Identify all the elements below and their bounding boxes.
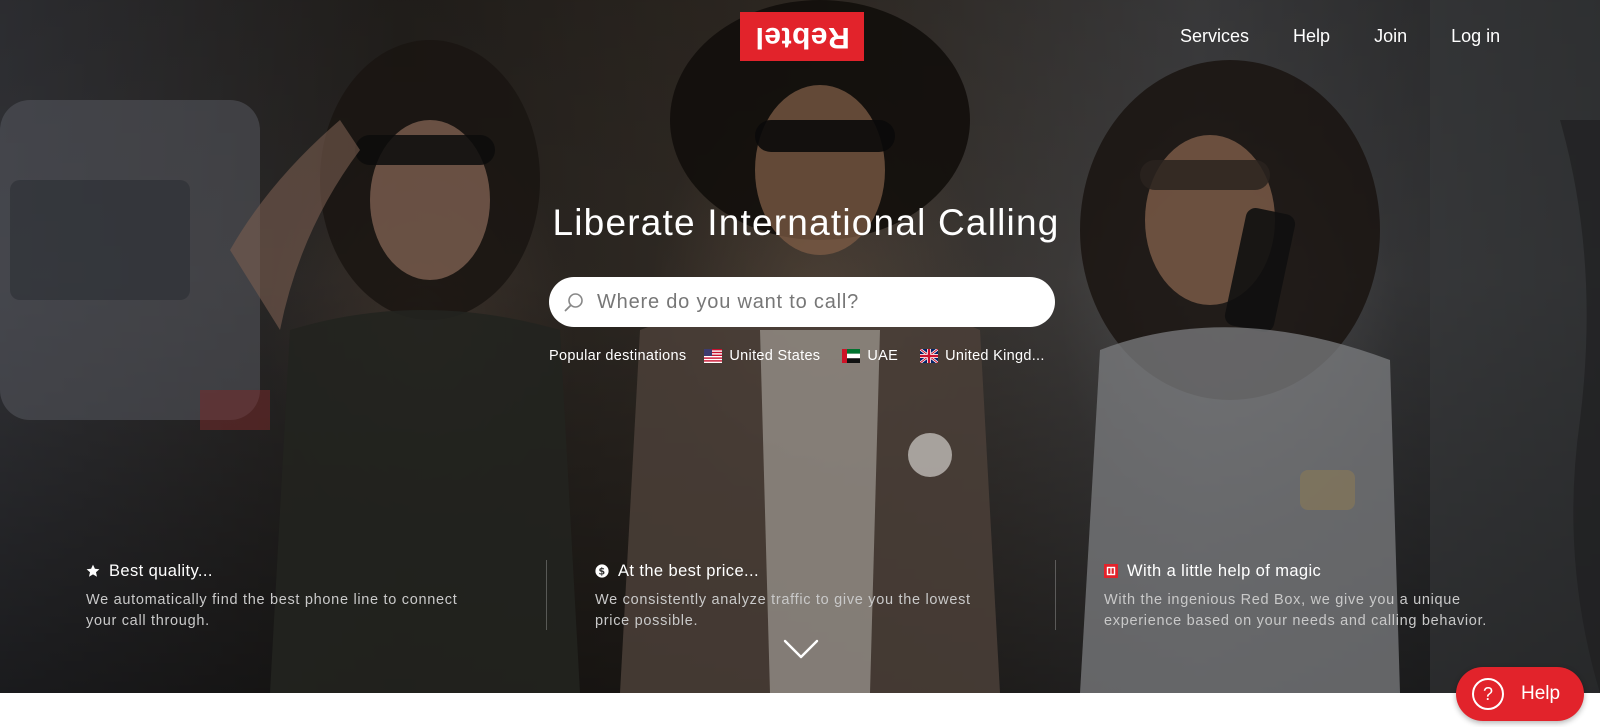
destination-label: UAE: [867, 348, 899, 364]
search-box[interactable]: [549, 277, 1055, 327]
page-below-fold: [0, 693, 1600, 727]
nav-join-link[interactable]: Join: [1374, 26, 1407, 47]
star-icon: [86, 564, 100, 577]
help-widget-label: Help: [1521, 683, 1561, 704]
uk-flag-icon: [920, 349, 939, 363]
feature-title: With a little help of magic: [1127, 561, 1322, 580]
feature-description-line: experience based on your needs and calli…: [1104, 613, 1488, 629]
destination-uae[interactable]: UAE: [842, 348, 898, 364]
destination-label: United States: [729, 348, 821, 364]
nav-help-link[interactable]: Help: [1293, 26, 1330, 47]
us-flag-icon: [704, 349, 723, 363]
help-circle-icon: ?: [1472, 678, 1504, 710]
feature-description-line: With the ingenious Red Box, we give you …: [1104, 592, 1461, 608]
feature-divider: [546, 560, 547, 630]
destination-united-kingdom[interactable]: United Kingd...: [920, 348, 1045, 364]
svg-text:$: $: [598, 566, 605, 577]
popular-destinations: Popular destinations United States UAE U…: [549, 344, 1045, 368]
nav-login-link[interactable]: Log in: [1451, 26, 1500, 47]
uae-flag-icon: [842, 349, 861, 363]
chevron-down-icon[interactable]: [783, 638, 819, 660]
features-row: Best quality... We automatically find th…: [0, 560, 1600, 630]
destination-label: United Kingd...: [945, 348, 1045, 364]
nav-services-link[interactable]: Services: [1180, 26, 1249, 47]
red-box-icon: [1104, 564, 1118, 578]
help-widget-button[interactable]: ? Help: [1456, 667, 1584, 721]
top-nav: Services Help Join Log in: [1180, 22, 1500, 50]
feature-title: At the best price...: [618, 561, 759, 580]
hero-section: Rebtel Services Help Join Log in Liberat…: [0, 0, 1600, 693]
popular-destinations-label: Popular destinations: [549, 348, 687, 364]
feature-description-line: price possible.: [595, 613, 699, 629]
search-icon: [564, 293, 583, 312]
feature-description-line: We consistently analyze traffic to give …: [595, 592, 971, 608]
logo-text: Rebtel: [754, 20, 850, 54]
feature-title: Best quality...: [109, 561, 213, 580]
hero-title: Liberate International Calling: [552, 202, 1060, 243]
destination-search-input[interactable]: [595, 289, 1055, 315]
feature-divider: [1055, 560, 1056, 630]
rebtel-logo[interactable]: Rebtel: [740, 12, 864, 61]
feature-best-price: $ At the best price... We consistently a…: [595, 560, 1025, 632]
dollar-icon: $: [595, 564, 609, 578]
feature-description-line: We automatically find the best phone lin…: [86, 592, 458, 608]
feature-magic: With a little help of magic With the ing…: [1104, 560, 1534, 632]
feature-best-quality: Best quality... We automatically find th…: [86, 560, 516, 632]
destination-united-states[interactable]: United States: [704, 348, 820, 364]
feature-description-line: your call through.: [86, 613, 210, 629]
